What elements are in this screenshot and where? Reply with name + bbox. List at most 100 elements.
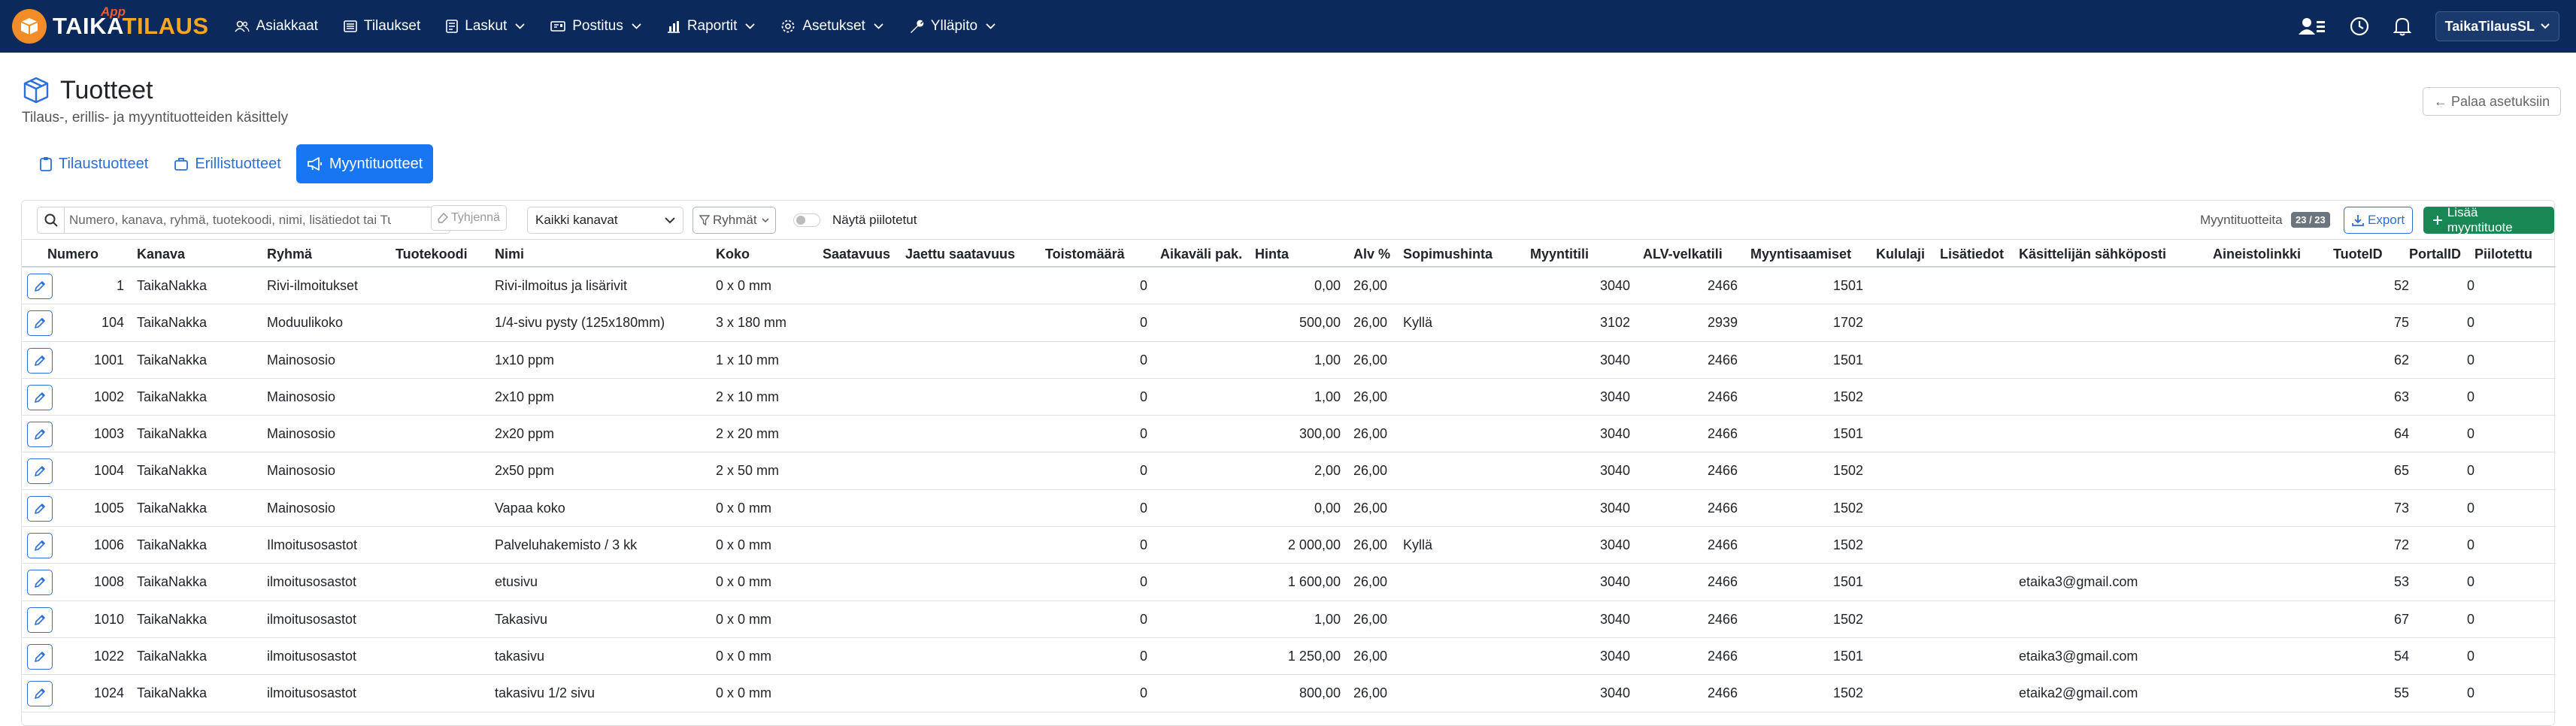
column-header[interactable]: Hinta (1255, 247, 1289, 262)
cell-kanava: TaikaNakka (137, 537, 208, 553)
cell-ryhma: ilmoitusosastot (267, 611, 357, 627)
column-header[interactable]: Tuotekoodi (395, 247, 468, 262)
nav-item-label: Tilaukset (363, 18, 421, 34)
column-header[interactable]: PortalID (2409, 247, 2461, 262)
cell-saamiset: 1502 (1832, 463, 1863, 479)
column-header[interactable]: Numero (47, 247, 98, 262)
table-row[interactable]: 104 TaikaNakka Moduulikoko 1/4-sivu pysty (… (22, 304, 2556, 342)
cell-saamiset: 1501 (1832, 426, 1863, 442)
back-to-settings-button[interactable]: ← Palaa asetuksiin (2423, 87, 2562, 116)
groups-filter-button[interactable]: Ryhmät (692, 207, 776, 234)
table-row[interactable]: 1006 TaikaNakka Ilmoitusosastot Palveluhake… (22, 527, 2556, 564)
table-row[interactable]: 1024 TaikaNakka ilmoitusosastot takasivu 1/… (22, 675, 2556, 712)
cell-saamiset: 1501 (1832, 574, 1863, 590)
column-header[interactable]: Lisätiedot (1940, 247, 2004, 262)
table-row[interactable]: 1002 TaikaNakka Mainososio 2x10 ppm 2 x 10 m… (22, 379, 2556, 416)
column-header[interactable]: Aikaväli pak. (1160, 247, 1242, 262)
nav-item-asetukset[interactable]: Asetukset (780, 0, 883, 53)
column-header[interactable]: Myyntisaamiset (1750, 247, 1851, 262)
nav-item-laskut[interactable]: Laskut (446, 0, 525, 53)
cell-myyntitili: 3102 (1599, 315, 1630, 331)
column-header[interactable]: Ryhmä (267, 247, 312, 262)
table-row[interactable]: 1010 TaikaNakka ilmoitusosastot Takasivu 0 x… (22, 601, 2556, 638)
pencil-icon (34, 540, 46, 552)
cell-saamiset: 1502 (1832, 389, 1863, 404)
column-header[interactable]: ALV-velkatili (1643, 247, 1723, 262)
main-menu: Asiakkaat Tilaukset Laskut Postitus Raportit… (234, 0, 1022, 53)
cell-portalid: 0 (2466, 648, 2474, 664)
table-row[interactable]: 1008 TaikaNakka ilmoitusosastot etusivu 0 x … (22, 564, 2556, 601)
table-row[interactable]: 1001 TaikaNakka Mainososio 1x10 ppm 1 x 10 m… (22, 342, 2556, 379)
channel-select[interactable]: Kaikki kanavat (527, 207, 683, 234)
column-header[interactable]: Koko (716, 247, 750, 262)
column-header[interactable]: Nimi (495, 247, 524, 262)
column-header[interactable]: Sopimushinta (1403, 247, 1493, 262)
cell-myyntitili: 3040 (1599, 426, 1630, 442)
show-hidden-toggle[interactable] (793, 213, 820, 227)
column-header[interactable]: Kululaji (1876, 247, 1925, 262)
export-button[interactable]: Export (2344, 207, 2414, 234)
column-header[interactable]: Aineistolinkki (2213, 247, 2301, 262)
cell-koko: 2 x 50 mm (716, 463, 780, 479)
cell-koko: 1 x 10 mm (716, 352, 780, 368)
product-count-badge: 23 / 23 (2291, 212, 2330, 228)
cell-numero: 1004 (93, 463, 124, 479)
nav-item-raportit[interactable]: Raportit (667, 0, 756, 53)
column-header[interactable]: Jaettu saatavuus (905, 247, 1015, 262)
cell-portalid: 0 (2466, 463, 2474, 479)
column-header[interactable]: Saatavuus (823, 247, 890, 262)
pencil-icon (34, 688, 46, 700)
cell-koko: 2 x 20 mm (716, 426, 780, 442)
column-header[interactable]: Toistomäärä (1045, 247, 1125, 262)
add-sales-product-button[interactable]: Lisää myyntituote (2423, 205, 2554, 234)
cell-alv: 26,00 (1353, 611, 1388, 627)
cell-myyntitili: 3040 (1599, 611, 1630, 627)
pencil-icon (34, 280, 46, 292)
column-header[interactable]: TuoteID (2333, 247, 2383, 262)
column-header[interactable]: Myyntitili (1530, 247, 1589, 262)
page-title: Tuotteet (60, 75, 153, 104)
cell-ryhma: ilmoitusosastot (267, 574, 357, 590)
nav-item-yll-pito[interactable]: Ylläpito (909, 0, 996, 53)
table-row[interactable]: 1004 TaikaNakka Mainososio 2x50 ppm 2 x 50 m… (22, 452, 2556, 490)
tab-myyntituotteet[interactable]: Myyntituotteet (295, 144, 434, 183)
table-row[interactable]: 1022 TaikaNakka ilmoitusosastot takasivu 0 x… (22, 638, 2556, 676)
cell-portalid: 0 (2466, 611, 2474, 627)
tab-tilaustuotteet[interactable]: Tilaustuotteet (29, 144, 159, 183)
column-header[interactable]: Alv % (1353, 247, 1390, 262)
search-box[interactable] (37, 207, 450, 234)
user-menu-button[interactable]: TaikaTilausSL (2435, 11, 2559, 41)
clear-search-button[interactable]: Tyhjennä (431, 205, 507, 231)
table-row[interactable]: 1 TaikaNakka Rivi-ilmoitukset Rivi-ilmoitus… (22, 268, 2556, 305)
table-row[interactable]: 1005 TaikaNakka Mainososio Vapaa koko 0 x 0 … (22, 490, 2556, 528)
cell-nimi: 2x10 ppm (495, 389, 555, 404)
cell-koko: 0 x 0 mm (716, 685, 772, 701)
nav-item-postitus[interactable]: Postitus (550, 0, 641, 53)
app-logo[interactable]: TAIKATILAUS App (12, 0, 209, 53)
search-input[interactable] (65, 213, 395, 228)
cell-koko: 0 x 0 mm (716, 648, 772, 664)
cell-myyntitili: 3040 (1599, 685, 1630, 701)
tab-erillistuotteet[interactable]: Erillistuotteet (163, 144, 292, 183)
clipboard-icon (40, 157, 52, 171)
cell-myyntitili: 3040 (1599, 463, 1630, 479)
download-icon (2352, 215, 2364, 226)
column-header[interactable]: Piilotettu (2474, 247, 2532, 262)
cell-alvtili: 2939 (1707, 315, 1738, 331)
chart-icon (667, 20, 680, 33)
cell-kanava: TaikaNakka (137, 352, 208, 368)
page-header: Tuotteet (21, 75, 153, 105)
bell-icon[interactable] (2393, 17, 2411, 36)
column-header[interactable]: Kanava (137, 247, 185, 262)
cell-email: etaika2@gmail.com (2019, 685, 2138, 701)
column-header[interactable]: Käsittelijän sähköposti (2019, 247, 2166, 262)
users-settings-icon[interactable] (2298, 17, 2326, 36)
cell-koko: 0 x 0 mm (716, 500, 772, 516)
cell-toisto: 0 (1139, 315, 1147, 331)
cell-nimi: 1/4-sivu pysty (125x180mm) (495, 315, 665, 331)
nav-item-tilaukset[interactable]: Tilaukset (344, 0, 420, 53)
nav-item-asiakkaat[interactable]: Asiakkaat (234, 0, 318, 53)
table-row[interactable]: 1003 TaikaNakka Mainososio 2x20 ppm 2 x 20 m… (22, 416, 2556, 453)
cell-numero: 104 (101, 315, 124, 331)
clock-icon[interactable] (2350, 17, 2369, 36)
